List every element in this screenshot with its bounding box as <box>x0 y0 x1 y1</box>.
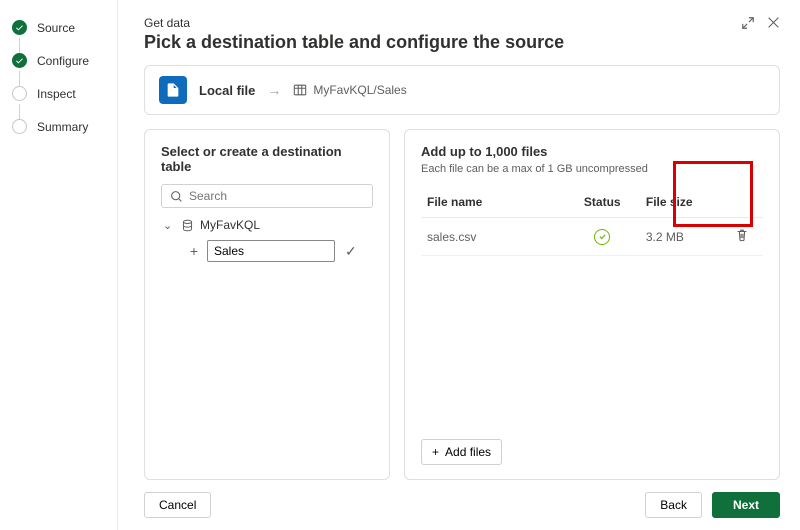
plus-icon: + <box>432 445 439 459</box>
tree-database-row[interactable]: ⌄ MyFavKQL <box>161 218 373 232</box>
step-label: Configure <box>37 54 89 68</box>
table-icon <box>293 83 307 97</box>
expand-icon[interactable] <box>741 16 755 33</box>
check-icon <box>12 20 27 35</box>
files-table: File name Status File size sales.csv <box>421 187 763 256</box>
chevron-down-icon: ⌄ <box>163 219 175 232</box>
page-title: Pick a destination table and configure t… <box>144 32 564 53</box>
tree-table-row: + ✓ <box>161 240 373 262</box>
files-panel-title: Add up to 1,000 files <box>421 144 763 159</box>
table-row: sales.csv 3.2 MB <box>421 218 763 256</box>
col-status: Status <box>565 187 640 218</box>
close-icon[interactable] <box>767 16 780 33</box>
source-breadcrumb-card: Local file → MyFavKQL/Sales <box>144 65 780 115</box>
database-icon <box>181 219 194 232</box>
step-configure[interactable]: Configure <box>12 53 105 68</box>
next-button[interactable]: Next <box>712 492 780 518</box>
delete-file-button[interactable] <box>729 218 763 256</box>
step-summary[interactable]: Summary <box>12 119 105 134</box>
col-file-name: File name <box>421 187 565 218</box>
wizard-steps: Source Configure Inspect Summary <box>0 0 118 530</box>
status-success-icon <box>594 229 610 245</box>
step-pending-icon <box>12 86 27 101</box>
breadcrumb-path: MyFavKQL/Sales <box>313 83 406 97</box>
file-size-cell: 3.2 MB <box>640 218 729 256</box>
search-input-wrap[interactable] <box>161 184 373 208</box>
step-label: Source <box>37 21 75 35</box>
destination-panel: Select or create a destination table ⌄ M… <box>144 129 390 480</box>
add-files-label: Add files <box>445 445 491 459</box>
file-status-cell <box>565 218 640 256</box>
add-files-button[interactable]: + Add files <box>421 439 502 465</box>
step-source[interactable]: Source <box>12 20 105 35</box>
check-icon <box>12 53 27 68</box>
table-name-input[interactable] <box>207 240 335 262</box>
source-label: Local file <box>199 83 255 98</box>
arrow-right-icon: → <box>267 82 281 98</box>
database-name: MyFavKQL <box>200 218 260 232</box>
search-icon <box>170 190 183 203</box>
back-button[interactable]: Back <box>645 492 702 518</box>
step-pending-icon <box>12 119 27 134</box>
header-small: Get data <box>144 16 564 30</box>
file-icon <box>159 76 187 104</box>
plus-icon[interactable]: + <box>187 243 201 259</box>
step-label: Summary <box>37 120 88 134</box>
files-panel: Add up to 1,000 files Each file can be a… <box>404 129 780 480</box>
step-label: Inspect <box>37 87 76 101</box>
search-input[interactable] <box>189 189 364 203</box>
files-panel-subtitle: Each file can be a max of 1 GB uncompres… <box>421 163 763 175</box>
file-name-cell: sales.csv <box>421 218 565 256</box>
destination-panel-title: Select or create a destination table <box>161 144 373 174</box>
col-file-size: File size <box>640 187 729 218</box>
step-inspect[interactable]: Inspect <box>12 86 105 101</box>
confirm-check-icon[interactable]: ✓ <box>345 243 357 260</box>
cancel-button[interactable]: Cancel <box>144 492 211 518</box>
